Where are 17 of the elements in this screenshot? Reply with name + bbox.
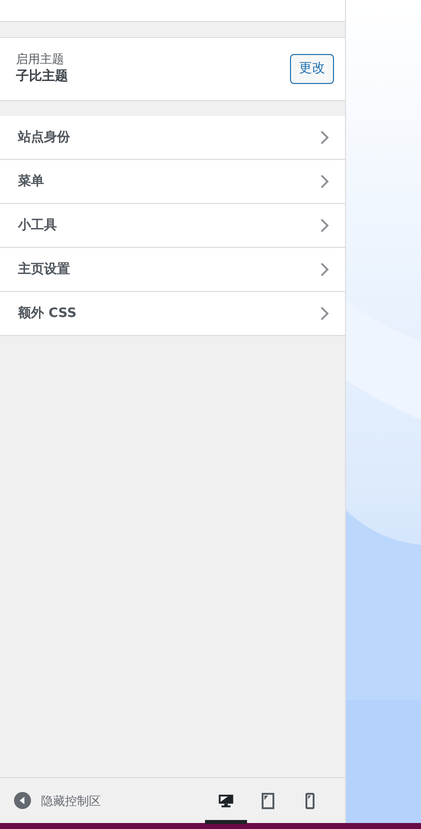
section-item[interactable]: 站点身份 bbox=[0, 116, 345, 160]
tablet-icon bbox=[259, 792, 277, 810]
chevron-right-icon bbox=[320, 262, 329, 277]
chevron-right-icon bbox=[320, 218, 329, 233]
collapse-icon bbox=[14, 792, 31, 809]
section-item[interactable]: 主页设置 bbox=[0, 248, 345, 292]
section-item[interactable]: 小工具 bbox=[0, 204, 345, 248]
chevron-right-icon bbox=[320, 174, 329, 189]
chevron-right-icon bbox=[320, 130, 329, 145]
theme-name: 子比主题 bbox=[16, 68, 68, 86]
section-item[interactable]: 额外 CSS bbox=[0, 292, 345, 336]
desktop-icon bbox=[217, 792, 235, 810]
theme-label: 启用主题 bbox=[16, 51, 65, 67]
chevron-right-icon bbox=[320, 306, 329, 321]
change-theme-button[interactable]: 更改 bbox=[290, 54, 334, 84]
hide-controls-button[interactable]: 隐藏控制区 bbox=[14, 792, 101, 810]
section-item[interactable]: 菜单 bbox=[0, 160, 345, 204]
